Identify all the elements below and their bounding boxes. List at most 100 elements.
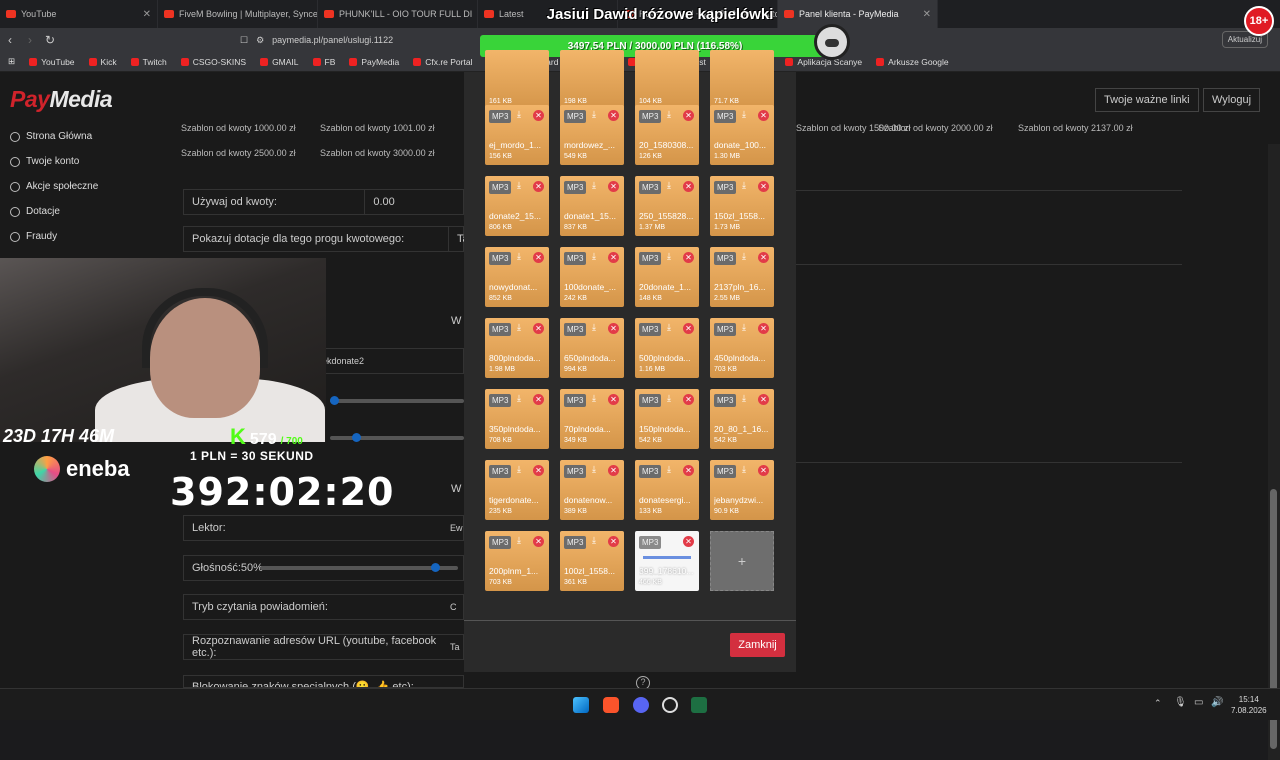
download-icon[interactable]: ⤓ xyxy=(742,393,752,403)
sound-file-tile[interactable]: MP3 ⤓ ✕ 800plndoda... 1.98 MB xyxy=(485,318,549,378)
add-file-button[interactable]: + xyxy=(710,531,774,591)
download-icon[interactable]: ⤓ xyxy=(667,393,677,403)
remove-icon[interactable]: ✕ xyxy=(758,465,769,476)
remove-icon[interactable]: ✕ xyxy=(533,110,544,121)
sound-file-tile[interactable]: MP3 ✕ 399_178610... 466 KB xyxy=(635,531,699,591)
remove-icon[interactable]: ✕ xyxy=(608,181,619,192)
sound-file-tile[interactable]: MP3 ⤓ ✕ tigerdonate... 235 KB xyxy=(485,460,549,520)
remove-icon[interactable]: ✕ xyxy=(683,252,694,263)
volume-slider-2[interactable] xyxy=(330,433,464,442)
clock[interactable]: 15:14 7.08.2026 xyxy=(1231,694,1267,716)
download-icon[interactable]: ⤓ xyxy=(592,322,602,332)
sound-file-tile[interactable]: MP3 ⤓ ✕ jebanydzwi... 90.9 KB xyxy=(710,460,774,520)
download-icon[interactable]: ⤓ xyxy=(592,251,602,261)
sidebar-item[interactable]: Strona Główna xyxy=(0,124,140,149)
sound-file-tile[interactable]: 198 KB xyxy=(560,50,624,110)
important-links-button[interactable]: Twoje ważne linki xyxy=(1095,88,1199,112)
remove-icon[interactable]: ✕ xyxy=(533,536,544,547)
sidebar-item[interactable]: Fraudy xyxy=(0,224,140,249)
remove-icon[interactable]: ✕ xyxy=(683,536,694,547)
remove-icon[interactable]: ✕ xyxy=(608,110,619,121)
slider-knob[interactable] xyxy=(330,396,339,405)
reload-icon[interactable]: ↻ xyxy=(40,33,60,47)
bookmark-item[interactable]: CSGO-SKINS xyxy=(180,57,246,67)
remove-icon[interactable]: ✕ xyxy=(758,181,769,192)
remove-icon[interactable]: ✕ xyxy=(683,181,694,192)
remove-icon[interactable]: ✕ xyxy=(683,394,694,405)
obs-icon[interactable] xyxy=(662,697,678,713)
sound-file-tile[interactable]: MP3 ⤓ ✕ donatesergi... 133 KB xyxy=(635,460,699,520)
bookmark-item[interactable]: FB xyxy=(312,57,335,67)
remove-icon[interactable]: ✕ xyxy=(758,323,769,334)
download-icon[interactable]: ⤓ xyxy=(742,251,752,261)
excel-icon[interactable] xyxy=(691,697,707,713)
browser-tab[interactable]: PHUNK'ILL - OIO TOUR FULL DI✕ xyxy=(318,0,478,28)
back-icon[interactable]: ‹ xyxy=(0,33,20,47)
w-select[interactable]: W xyxy=(451,315,461,327)
bookmark-item[interactable]: Arkusze Google xyxy=(876,57,949,67)
sound-file-tile[interactable]: MP3 ⤓ ✕ donate_100... 1.30 MB xyxy=(710,105,774,165)
bookmark-item[interactable]: Twitch xyxy=(130,57,167,67)
sound-file-tile[interactable]: MP3 ⤓ ✕ 500plndoda... 1.16 MB xyxy=(635,318,699,378)
close-button[interactable]: Zamknij xyxy=(730,633,785,657)
template-link[interactable]: Szablon od kwoty 3000.00 zł xyxy=(320,148,435,158)
paymedia-logo[interactable]: PayMedia xyxy=(10,86,113,113)
remove-icon[interactable]: ✕ xyxy=(533,323,544,334)
download-icon[interactable]: ⤓ xyxy=(517,464,527,474)
lector-select[interactable]: Ew xyxy=(450,523,463,533)
bookmark-item[interactable]: YouTube xyxy=(29,57,75,67)
sound-file-tile[interactable]: MP3 ⤓ ✕ 70plndoda... 349 KB xyxy=(560,389,624,449)
site-info-icon[interactable]: ⚙ xyxy=(256,35,264,46)
remove-icon[interactable]: ✕ xyxy=(533,394,544,405)
browser-tab[interactable]: FiveM Bowling | Multiplayer, Synced✕ xyxy=(158,0,318,28)
close-tab-icon[interactable]: ✕ xyxy=(923,9,931,20)
remove-icon[interactable]: ✕ xyxy=(608,394,619,405)
page-scrollbar[interactable] xyxy=(1268,144,1280,760)
sound-file-tile[interactable]: MP3 ⤓ ✕ 20donate_1... 148 KB xyxy=(635,247,699,307)
url-recognition-select[interactable]: Ta xyxy=(450,642,460,652)
download-icon[interactable]: ⤓ xyxy=(742,464,752,474)
windows-start-icon[interactable] xyxy=(573,697,589,713)
remove-icon[interactable]: ✕ xyxy=(533,465,544,476)
sound-file-tile[interactable]: MP3 ⤓ ✕ 350plndoda... 708 KB xyxy=(485,389,549,449)
download-icon[interactable]: ⤓ xyxy=(667,251,677,261)
speaker-icon[interactable]: 🔊 xyxy=(1211,697,1223,708)
remove-icon[interactable]: ✕ xyxy=(608,465,619,476)
download-icon[interactable]: ⤓ xyxy=(592,109,602,119)
remove-icon[interactable]: ✕ xyxy=(608,252,619,263)
remove-icon[interactable]: ✕ xyxy=(758,252,769,263)
download-icon[interactable]: ⤓ xyxy=(517,393,527,403)
bookmark-icon[interactable]: ☐ xyxy=(240,35,248,46)
template-link[interactable]: Szablon od kwoty 2137.00 zł xyxy=(1018,123,1133,133)
sound-file-tile[interactable]: MP3 ⤓ ✕ 100donate_... 242 KB xyxy=(560,247,624,307)
download-icon[interactable]: ⤓ xyxy=(517,251,527,261)
sound-slider[interactable] xyxy=(330,396,464,405)
sound-file-tile[interactable]: 161 KB xyxy=(485,50,549,110)
microphone-icon[interactable]: 🎙 xyxy=(1174,697,1187,708)
remove-icon[interactable]: ✕ xyxy=(683,323,694,334)
close-tab-icon[interactable]: ✕ xyxy=(143,9,151,20)
logout-button[interactable]: Wyloguj xyxy=(1203,88,1261,112)
template-link[interactable]: Szablon od kwoty 2500.00 zł xyxy=(181,148,296,158)
download-icon[interactable]: ⤓ xyxy=(517,535,527,545)
download-icon[interactable]: ⤓ xyxy=(667,464,677,474)
sound-file-tile[interactable]: MP3 ⤓ ✕ 150plndoda... 542 KB xyxy=(635,389,699,449)
sound-file-tile[interactable]: MP3 ⤓ ✕ donatenow... 389 KB xyxy=(560,460,624,520)
download-icon[interactable]: ⤓ xyxy=(592,535,602,545)
show-threshold-select[interactable]: Ta xyxy=(448,227,469,251)
slider-knob[interactable] xyxy=(352,433,361,442)
sound-file-tile[interactable]: MP3 ⤓ ✕ 20_80_1_16... 542 KB xyxy=(710,389,774,449)
sound-file-tile[interactable]: MP3 ⤓ ✕ 250_155828... 1.37 MB xyxy=(635,176,699,236)
url-field[interactable]: ☐ ⚙ paymedia.pl/panel/uslugi.1122 xyxy=(90,35,393,46)
forward-icon[interactable]: › xyxy=(20,33,40,47)
slider-knob[interactable] xyxy=(431,563,440,572)
download-icon[interactable]: ⤓ xyxy=(742,180,752,190)
remove-icon[interactable]: ✕ xyxy=(683,465,694,476)
download-icon[interactable]: ⤓ xyxy=(742,322,752,332)
sidebar-item[interactable]: Twoje konto xyxy=(0,149,140,174)
template-link[interactable]: Szablon od kwoty 2000.00 zł xyxy=(878,123,993,133)
download-icon[interactable]: ⤓ xyxy=(667,180,677,190)
sound-file-tile[interactable]: MP3 ⤓ ✕ donate2_15... 806 KB xyxy=(485,176,549,236)
sound-file-tile[interactable]: MP3 ⤓ ✕ donate1_15... 837 KB xyxy=(560,176,624,236)
remove-icon[interactable]: ✕ xyxy=(533,181,544,192)
